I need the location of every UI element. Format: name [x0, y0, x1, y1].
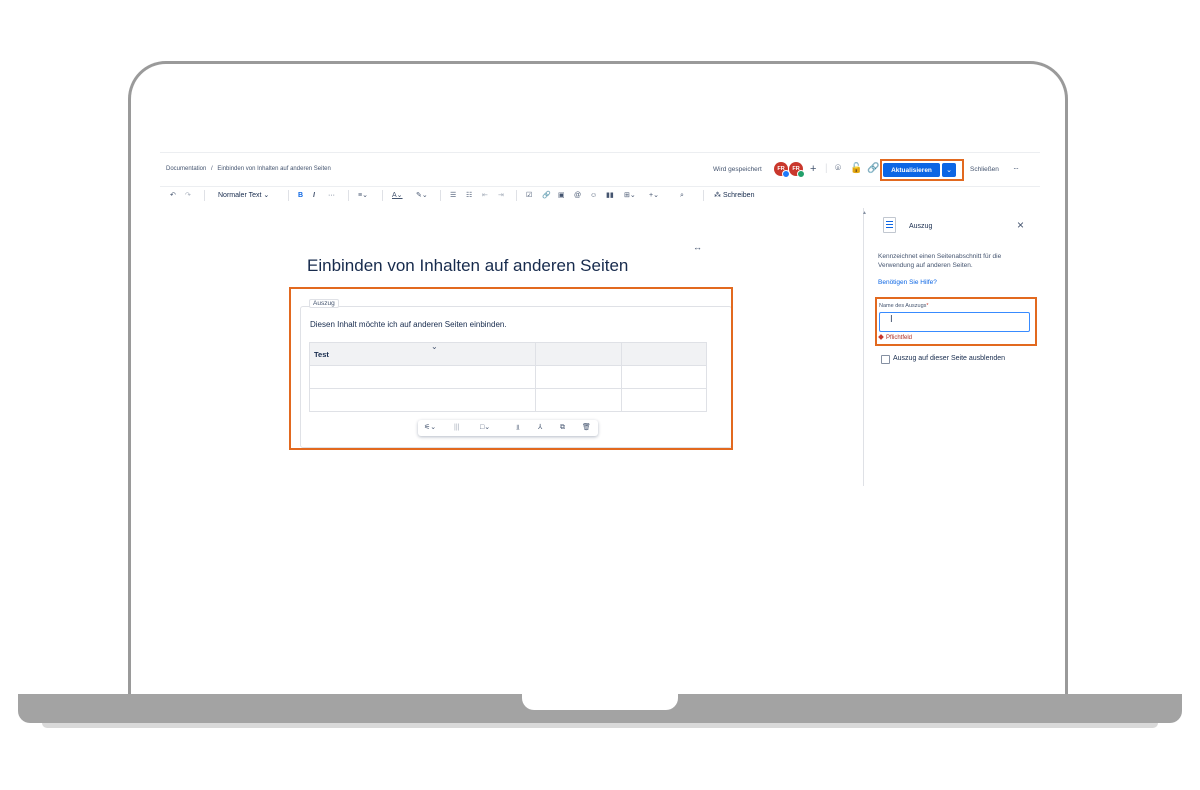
indent-icon[interactable]: ⇥	[498, 191, 504, 200]
numbered-list-icon[interactable]: ☷	[466, 191, 472, 200]
task-icon[interactable]: ☑	[526, 191, 532, 200]
breadcrumb: Documentation / Einbinden von Inhalten a…	[166, 166, 334, 172]
alignment-icon[interactable]: ≡⌄	[358, 191, 368, 200]
resize-width-icon[interactable]: ↔	[693, 242, 702, 252]
bullet-list-icon[interactable]: ☰	[450, 191, 456, 200]
toolbar-divider	[703, 190, 704, 201]
page-title[interactable]: Einbinden von Inhalten auf anderen Seite…	[307, 256, 628, 276]
toolbar-divider	[204, 190, 205, 201]
update-highlight	[880, 159, 964, 181]
avatar[interactable]: FR	[789, 162, 805, 178]
help-link[interactable]: Benötigen Sie Hilfe?	[878, 279, 937, 286]
toolbar-divider	[348, 190, 349, 201]
link-icon[interactable]: 🔗	[542, 191, 551, 200]
breadcrumb-page[interactable]: Einbinden von Inhalten auf anderen Seite…	[217, 166, 330, 172]
mention-icon[interactable]: @	[574, 191, 581, 200]
editor-toolbar: ↶ ↷ Normaler Text ⌄ B I ··· ≡⌄ A⌄ ✎⌄ ☰ ☷…	[160, 186, 1040, 206]
confluence-editor: Documentation / Einbinden von Inhalten a…	[160, 152, 1040, 487]
highlight-icon[interactable]: ✎⌄	[416, 191, 428, 200]
scroll-up-icon[interactable]: ▲	[862, 210, 867, 216]
link-icon[interactable]: 🔗	[867, 164, 879, 174]
image-icon[interactable]: ▣	[558, 191, 565, 200]
excerpt-highlight	[289, 287, 733, 450]
invite-plus-icon[interactable]: +	[810, 164, 816, 175]
save-status: Wird gespeichert	[713, 166, 762, 173]
toolbar-divider	[440, 190, 441, 201]
find-icon[interactable]: ⌕	[680, 191, 684, 200]
top-bar: Documentation / Einbinden von Inhalten a…	[160, 152, 1040, 187]
panel-divider	[863, 208, 864, 486]
laptop-notch	[522, 694, 678, 710]
breadcrumb-separator: /	[211, 166, 213, 172]
avatar-badge	[797, 170, 805, 178]
italic-icon[interactable]: I	[313, 191, 315, 200]
comment-icon[interactable]: ⌾	[835, 164, 841, 174]
insert-plus-icon[interactable]: +⌄	[649, 191, 659, 200]
avatar[interactable]: FR	[774, 162, 790, 178]
divider: |	[825, 163, 828, 174]
bold-icon[interactable]: B	[298, 191, 303, 200]
close-button[interactable]: Schließen	[970, 166, 999, 173]
outdent-icon[interactable]: ⇤	[482, 191, 488, 200]
toolbar-divider	[288, 190, 289, 201]
excerpt-document-icon	[883, 217, 896, 233]
toolbar-divider	[516, 190, 517, 201]
undo-icon[interactable]: ↶	[170, 191, 176, 200]
layout-icon[interactable]: ▮▮	[606, 191, 614, 200]
more-formatting-icon[interactable]: ···	[328, 191, 335, 200]
ai-write-button[interactable]: ⁂ Schreiben	[714, 191, 754, 200]
table-icon[interactable]: ⊞⌄	[624, 191, 636, 200]
redo-icon[interactable]: ↷	[185, 191, 191, 200]
text-style-dropdown[interactable]: Normaler Text ⌄	[218, 191, 269, 200]
toolbar-divider	[382, 190, 383, 201]
hide-excerpt-checkbox[interactable]	[881, 355, 890, 364]
breadcrumb-space[interactable]: Documentation	[166, 166, 206, 172]
panel-title: Auszug	[909, 223, 933, 230]
more-icon[interactable]: ···	[1013, 164, 1019, 173]
close-icon[interactable]: ×	[1017, 218, 1024, 232]
emoji-icon[interactable]: ☺	[590, 191, 597, 200]
restrictions-icon[interactable]: 🔓	[850, 164, 862, 174]
panel-description: Kennzeichnet einen Seitenabschnitt für d…	[878, 253, 1002, 269]
hide-excerpt-label[interactable]: Auszug auf dieser Seite ausblenden	[893, 355, 1005, 362]
text-color-icon[interactable]: A⌄	[392, 191, 403, 200]
field-highlight	[875, 297, 1037, 346]
laptop-base-shadow	[42, 723, 1158, 728]
